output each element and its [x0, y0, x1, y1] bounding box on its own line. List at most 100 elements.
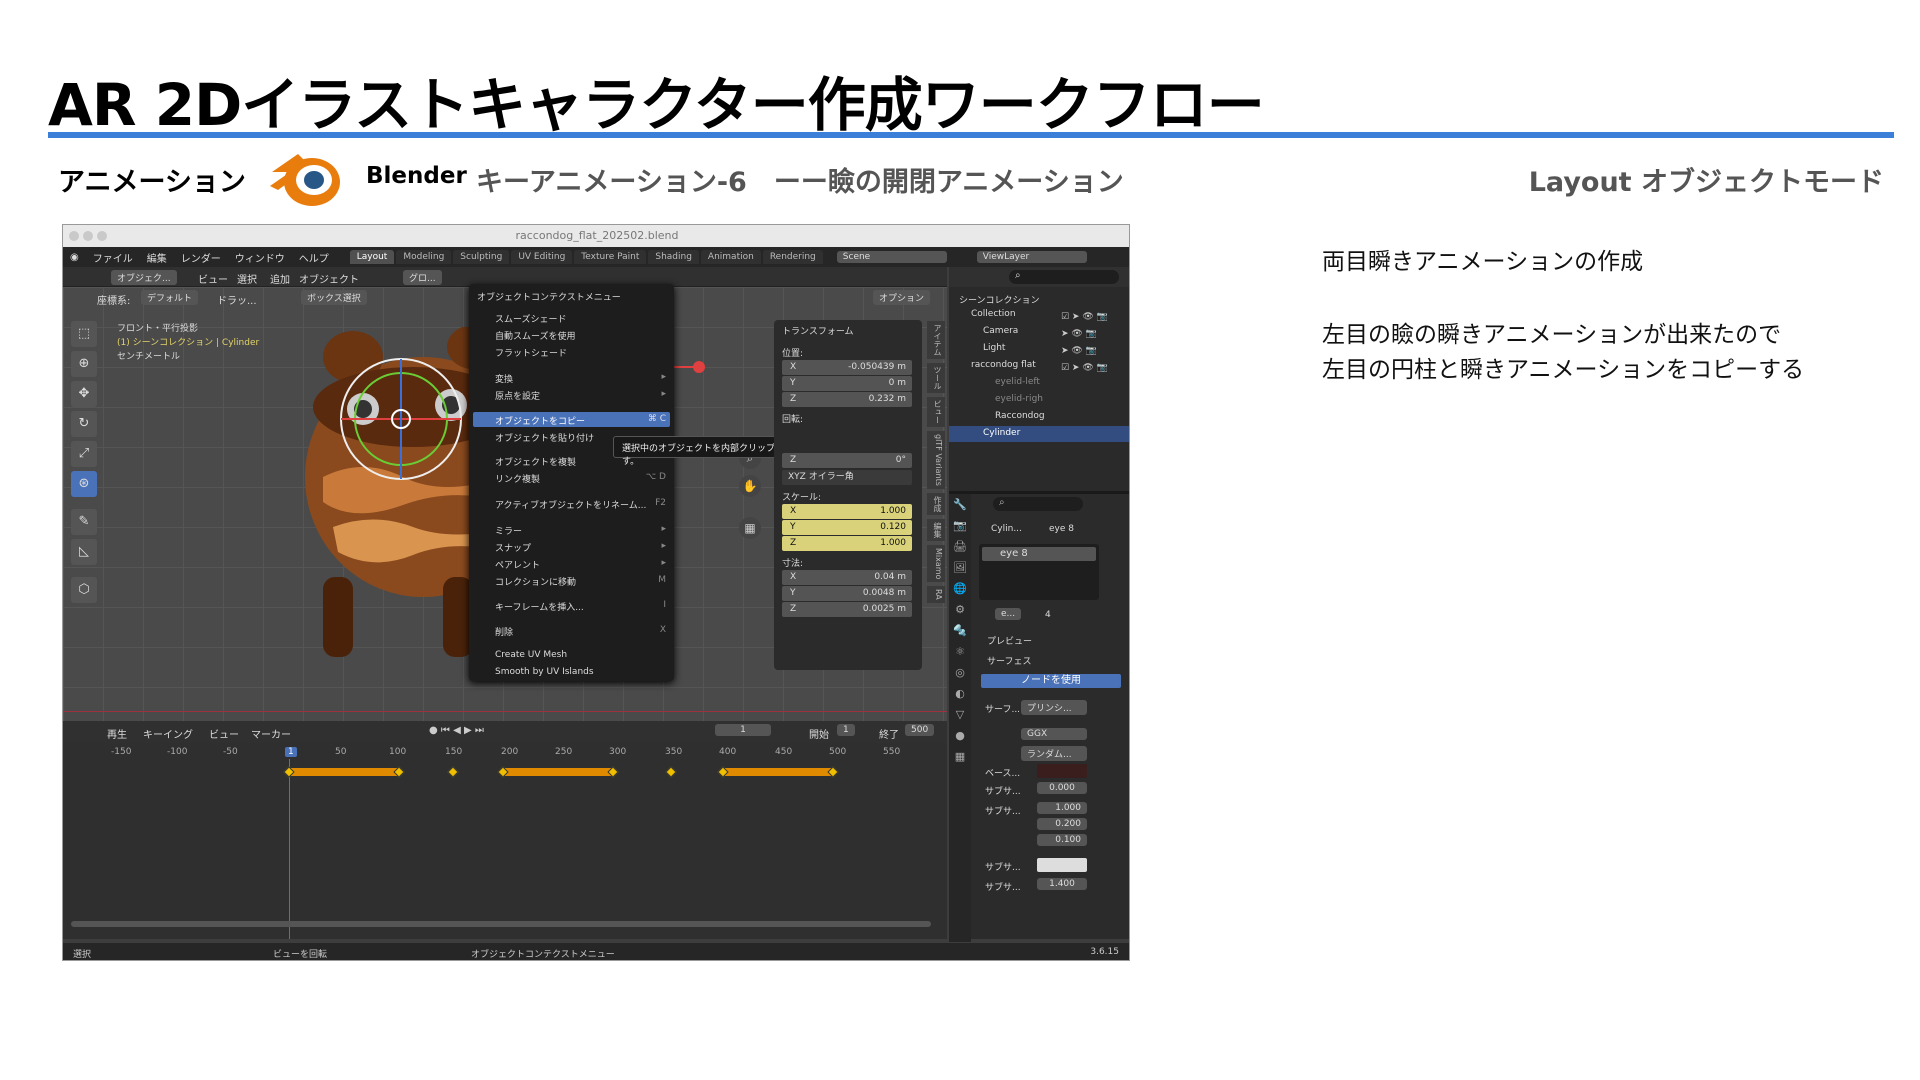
rotate-tool-icon[interactable]: ↻	[71, 411, 97, 437]
vp-menu-select[interactable]: 選択	[237, 271, 257, 286]
outliner-search-icon[interactable]: ⌕	[1009, 270, 1119, 284]
transform-tool-icon[interactable]: ⊛	[71, 471, 97, 497]
tab-rendering[interactable]: Rendering	[762, 250, 823, 264]
mode-dropdown[interactable]: オブジェク...	[111, 270, 177, 285]
dim-z-field[interactable]: Z 0.0025 m	[782, 602, 912, 617]
move-tool-icon[interactable]: ✥	[71, 381, 97, 407]
menu-item-flat-shade[interactable]: フラットシェード	[495, 346, 567, 359]
menu-item-auto-smooth[interactable]: 自動スムーズを使用	[495, 329, 576, 342]
tab-uv-editing[interactable]: UV Editing	[511, 250, 573, 264]
material-slot-item[interactable]: eye 8	[982, 547, 1096, 561]
subsurface-color-swatch[interactable]	[1037, 858, 1087, 872]
menu-item-link-duplicate[interactable]: リンク複製	[495, 472, 540, 485]
tab-modeling[interactable]: Modeling	[396, 250, 452, 264]
menu-item-move-collection[interactable]: コレクションに移動	[495, 575, 576, 588]
scale-y-field[interactable]: Y 0.120	[782, 520, 912, 535]
surface-panel[interactable]: サーフェス	[987, 654, 1031, 667]
scale-z-field[interactable]: Z 1.000	[782, 536, 912, 551]
viewlayer-selector[interactable]: ViewLayer	[976, 251, 1087, 263]
sss-method-dropdown[interactable]: ランダム...	[1021, 746, 1087, 761]
end-frame-field[interactable]: 500	[905, 724, 935, 736]
select-box-dropdown[interactable]: ボックス選択	[301, 290, 367, 305]
outliner-item-collection[interactable]: Collection	[971, 309, 1016, 319]
dim-y-field[interactable]: Y 0.0048 m	[782, 586, 912, 601]
location-x-field[interactable]: X -0.050439 m	[782, 360, 912, 375]
menu-item-copy-objects[interactable]: オブジェクトをコピー	[495, 414, 585, 427]
material-slot-list[interactable]: eye 8	[979, 544, 1099, 600]
sidebar-tab-gltf[interactable]: glTF Variants	[927, 431, 945, 489]
scale-tool-icon[interactable]: ⤢	[71, 441, 97, 467]
use-nodes-button[interactable]: ノードを使用	[981, 674, 1121, 688]
tab-sculpting[interactable]: Sculpting	[453, 250, 510, 264]
base-color-swatch[interactable]	[1037, 764, 1087, 778]
outliner-item-camera[interactable]: Camera	[983, 326, 1018, 336]
surface-shader-dropdown[interactable]: プリンシ...	[1021, 700, 1087, 715]
location-z-field[interactable]: Z 0.232 m	[782, 392, 912, 407]
outliner-item-light[interactable]: Light	[983, 343, 1005, 353]
timeline-menu-view[interactable]: ビュー	[209, 726, 239, 741]
sidebar-tab-edit[interactable]: 編集	[927, 518, 945, 541]
menu-item-smooth-shade[interactable]: スムーズシェード	[495, 312, 567, 325]
timeline-menu-playback[interactable]: 再生	[107, 726, 127, 741]
outliner-item-cylinder[interactable]: Cylinder	[983, 428, 1020, 438]
tab-texture-paint[interactable]: Texture Paint	[574, 250, 647, 264]
outliner-root[interactable]: シーンコレクション	[959, 293, 1040, 306]
add-cube-tool-icon[interactable]: ⬡	[71, 577, 97, 603]
playback-controls-icon[interactable]: ● ⏮ ◀ ▶ ⏭	[429, 725, 484, 736]
subsurface-ior-field[interactable]: 1.400	[1037, 878, 1087, 890]
menu-item-duplicate[interactable]: オブジェクトを複製	[495, 455, 576, 468]
timeline-menu-marker[interactable]: マーカー	[251, 726, 291, 741]
menu-help[interactable]: ヘルプ	[292, 250, 336, 265]
sidebar-tab-ra[interactable]: RA	[927, 586, 945, 604]
menu-render[interactable]: レンダー	[174, 250, 228, 265]
sidebar-tab-mixamo[interactable]: Mixamo	[927, 544, 945, 583]
current-frame-marker[interactable]: 1	[285, 747, 297, 757]
sidebar-tab-create[interactable]: 作成	[927, 492, 945, 515]
menu-item-set-origin[interactable]: 原点を設定	[495, 389, 540, 402]
visibility-icons[interactable]: ☑ ➤ 👁 📷 ➤ 👁 📷 ➤ 👁 📷 ☑ ➤ 👁 📷	[1061, 309, 1108, 377]
close-dot[interactable]	[69, 231, 79, 241]
properties-tab-icons[interactable]: 🔧 📷 🖨 🖼 🌐 ⚙ 🔩 ⚛ ◎ ◐ ▽ ● ▦	[949, 494, 971, 767]
material-name-field[interactable]: e...	[995, 608, 1022, 620]
annotate-tool-icon[interactable]: ✎	[71, 509, 97, 535]
drag-label[interactable]: ドラッ...	[217, 292, 257, 307]
preview-panel[interactable]: プレビュー	[987, 634, 1032, 647]
subsurface-radius-y[interactable]: 0.200	[1037, 818, 1087, 830]
menu-item-paste-objects[interactable]: オブジェクトを貼り付け	[495, 431, 594, 444]
zoom-dot[interactable]	[97, 231, 107, 241]
subsurface-radius-x[interactable]: 1.000	[1037, 802, 1087, 814]
transform-header[interactable]: トランスフォーム	[782, 324, 854, 337]
cursor-tool-icon[interactable]: ⊕	[71, 351, 97, 377]
distribution-dropdown[interactable]: GGX	[1021, 728, 1087, 740]
outliner-item-eyelid-right[interactable]: eyelid-righ	[995, 394, 1043, 404]
rotation-mode-dropdown[interactable]: XYZ オイラー角	[782, 470, 912, 485]
outliner-item-raccondog[interactable]: Raccondog	[995, 411, 1045, 421]
menu-edit[interactable]: 編集	[140, 250, 174, 265]
keyframe[interactable]	[447, 766, 459, 778]
object-context-menu[interactable]: オブジェクトコンテクストメニュー スムーズシェード 自動スムーズを使用 フラット…	[469, 284, 674, 681]
outliner-item-raccondog-flat[interactable]: raccondog flat	[971, 360, 1036, 370]
pan-hand-icon[interactable]: ✋	[739, 475, 761, 497]
menu-item-smooth-uv[interactable]: Smooth by UV Islands	[495, 667, 594, 677]
menu-item-delete[interactable]: 削除	[495, 625, 513, 638]
tab-layout[interactable]: Layout	[349, 250, 395, 264]
location-y-field[interactable]: Y0 m	[782, 376, 912, 391]
ortho-grid-icon[interactable]: ▦	[739, 517, 761, 539]
playhead-line[interactable]	[289, 759, 290, 939]
timeline-scrollbar[interactable]	[71, 921, 931, 927]
menu-item-mirror[interactable]: ミラー	[495, 524, 522, 537]
options-dropdown[interactable]: オプション	[873, 290, 931, 305]
vp-menu-object[interactable]: オブジェクト	[299, 271, 359, 286]
transform-orientation[interactable]: グロ...	[403, 270, 442, 285]
timeline-menu-keying[interactable]: キーイング	[143, 726, 193, 741]
subsurface-weight-field[interactable]: 0.000	[1037, 782, 1087, 794]
dim-x-field[interactable]: X 0.04 m	[782, 570, 912, 585]
menu-item-insert-keyframe[interactable]: キーフレームを挿入...	[495, 600, 584, 613]
menu-item-snap[interactable]: スナップ	[495, 541, 531, 554]
sidebar-tab-view[interactable]: ビュー	[927, 397, 945, 427]
sidebar-tab-tool[interactable]: ツール	[927, 363, 945, 393]
vp-menu-add[interactable]: 追加	[270, 271, 290, 286]
menu-item-create-uv-mesh[interactable]: Create UV Mesh	[495, 650, 567, 660]
current-frame-field[interactable]: 1	[715, 724, 771, 736]
menu-item-parent[interactable]: ペアレント	[495, 558, 540, 571]
